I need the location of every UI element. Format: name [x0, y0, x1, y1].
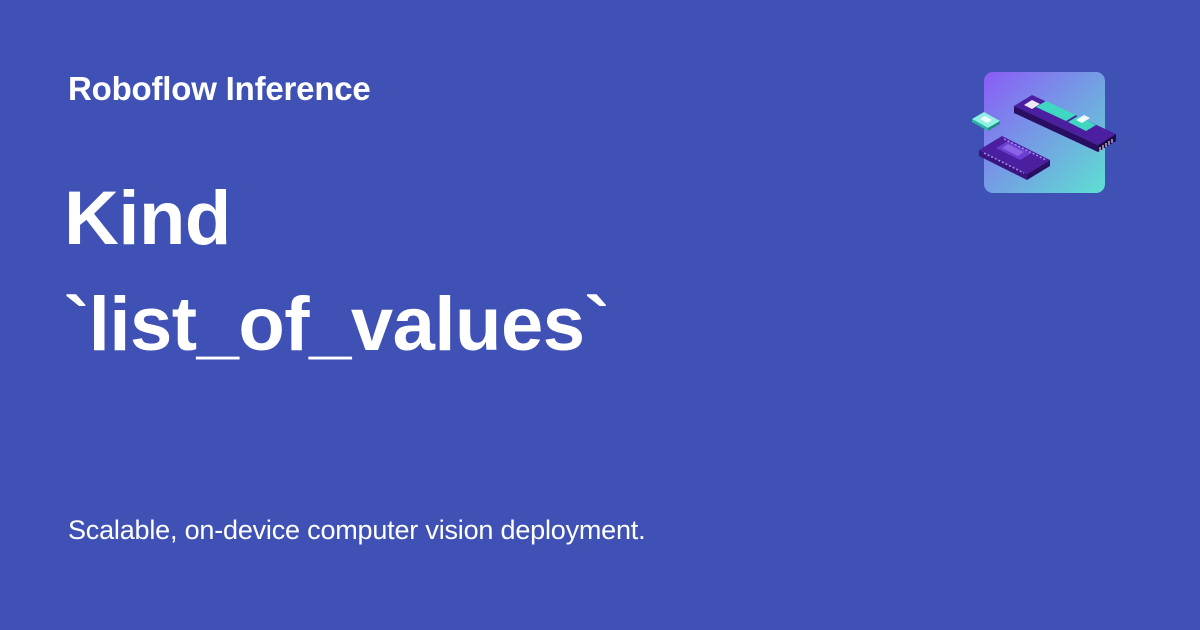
page-title: Kind `list_of_values`	[64, 166, 924, 378]
page-title-line-2: `list_of_values`	[64, 282, 610, 367]
isometric-hardware-chips-icon	[972, 72, 1116, 193]
tagline: Scalable, on-device computer vision depl…	[68, 515, 646, 545]
page-title-line-1: Kind	[64, 176, 231, 261]
social-card: Roboflow Inference Kind `list_of_values`…	[0, 0, 1200, 630]
site-name: Roboflow Inference	[68, 70, 371, 107]
